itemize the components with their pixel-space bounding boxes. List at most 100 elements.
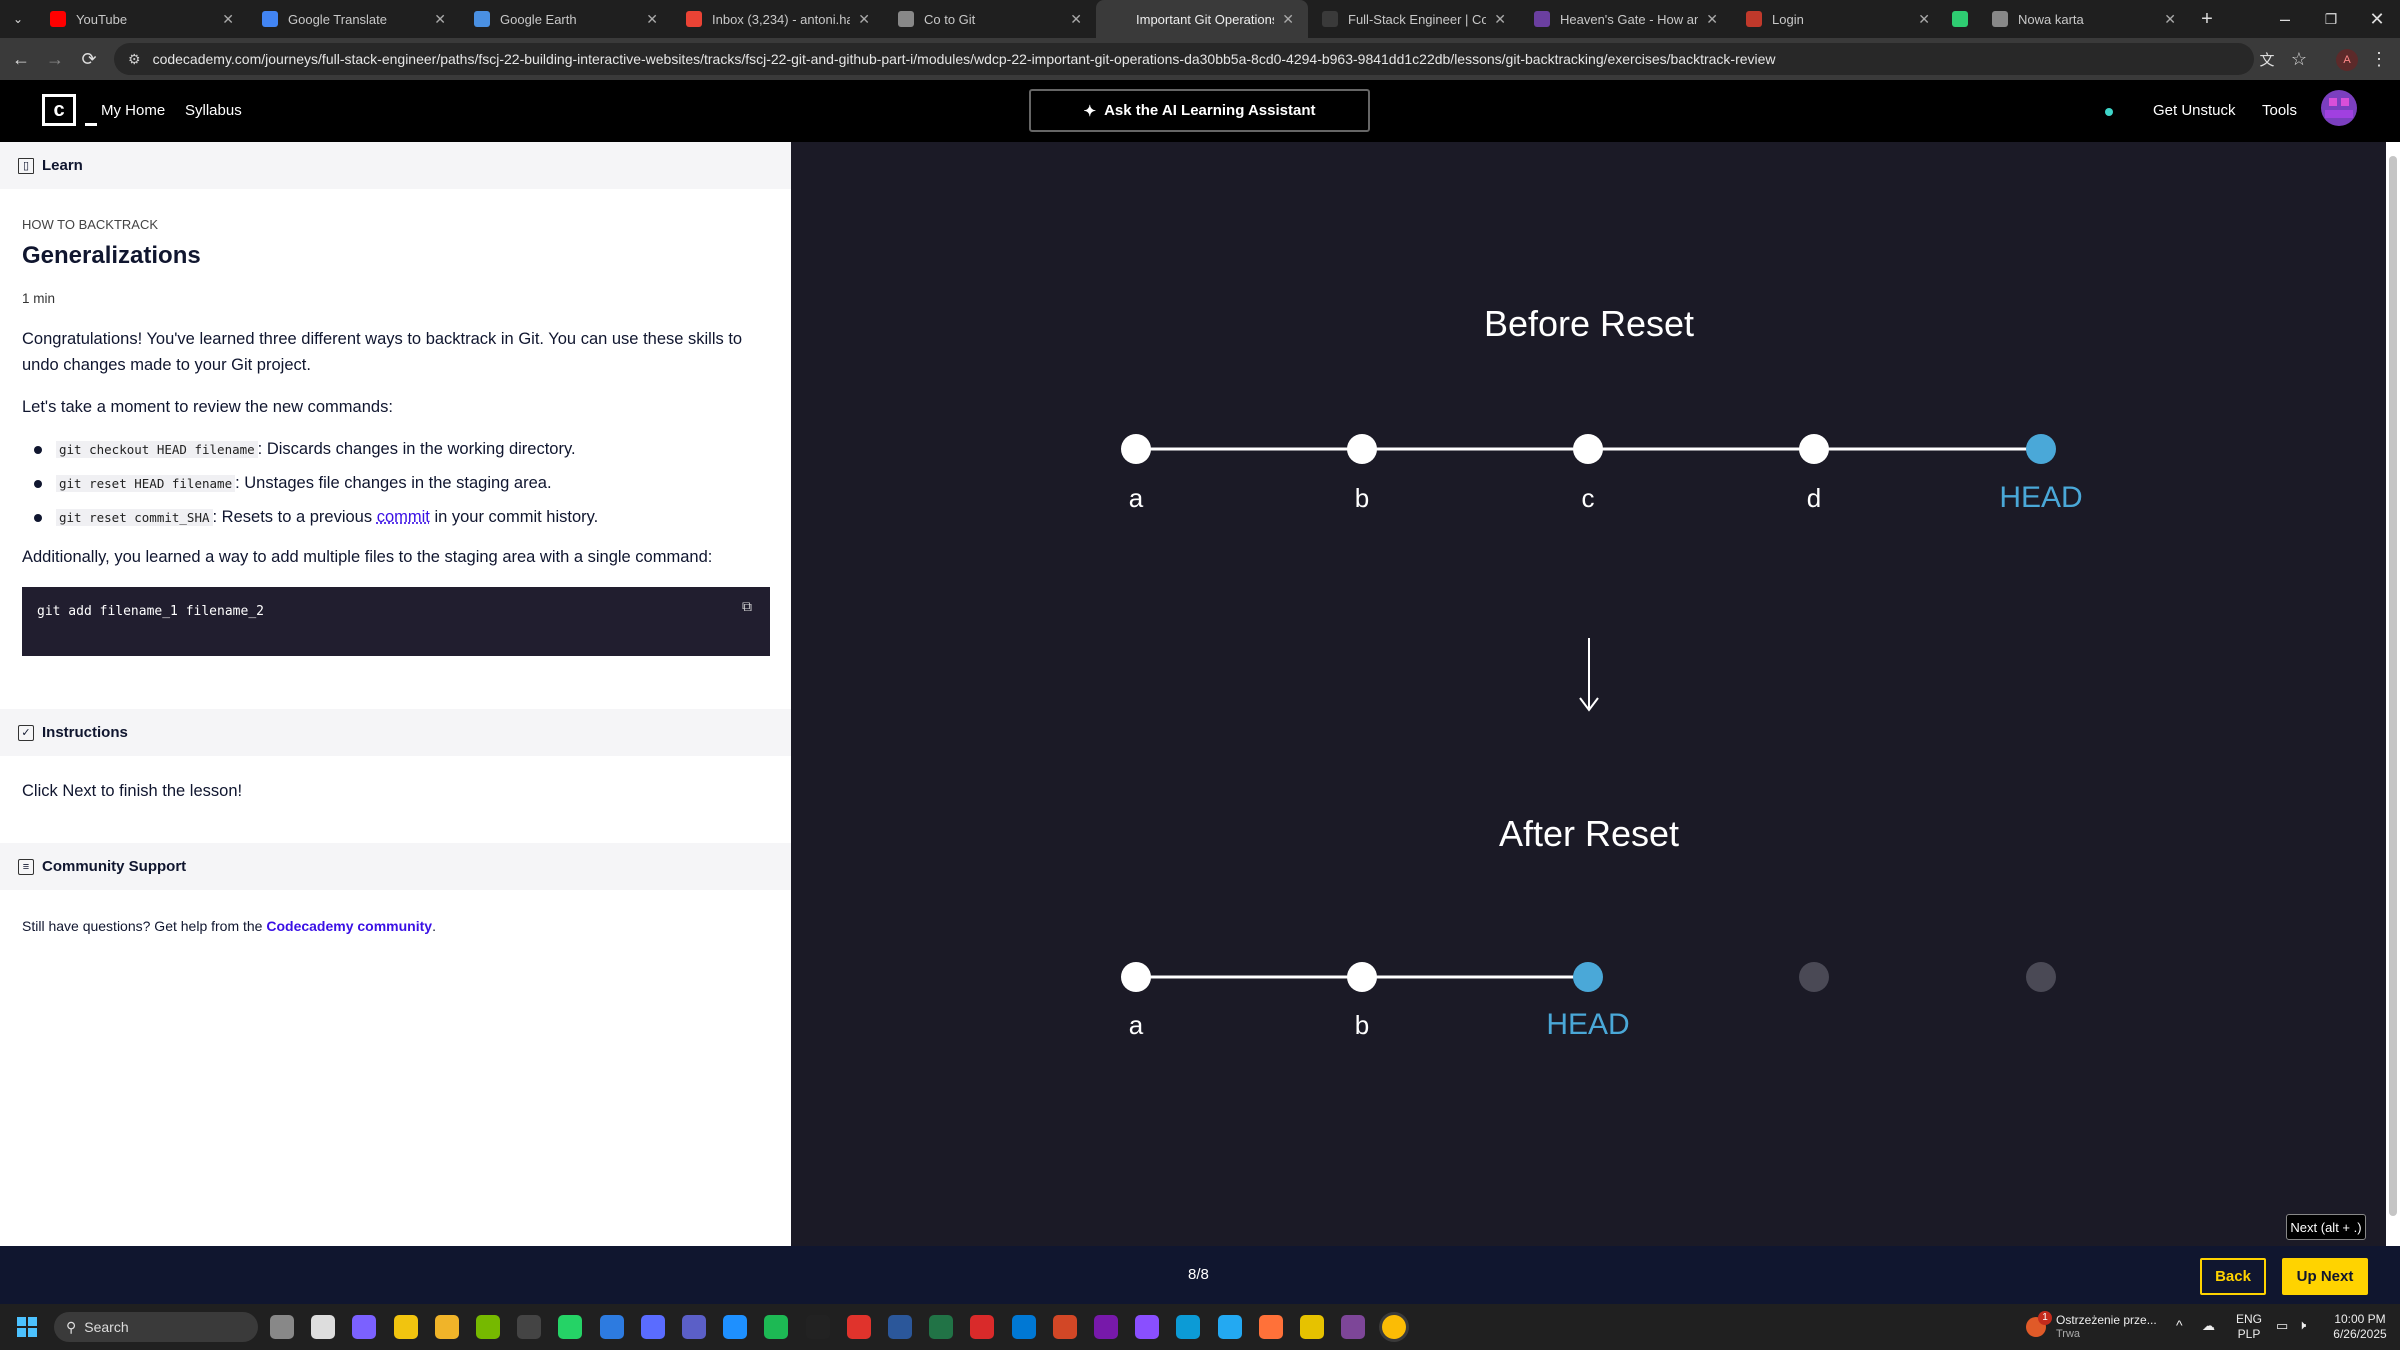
scrollbar-thumb[interactable] <box>2389 156 2397 1216</box>
spotify-icon[interactable] <box>764 1315 789 1339</box>
tools-menu[interactable]: Tools <box>2262 102 2297 119</box>
up-next-button[interactable]: Up Next <box>2282 1258 2368 1295</box>
tab-search-icon[interactable]: ⌄ <box>0 2 36 36</box>
edge-icon[interactable] <box>1176 1315 1201 1339</box>
vscode-icon[interactable] <box>1217 1315 1242 1339</box>
close-tab-icon[interactable]: ✕ <box>646 11 658 28</box>
calculator-icon[interactable] <box>640 1315 665 1339</box>
store-icon[interactable] <box>393 1315 418 1339</box>
network-icon[interactable]: ▭ <box>2276 1318 2288 1333</box>
browser-tab[interactable]: Full-Stack Engineer | Codecad... ✕ <box>1308 0 1520 38</box>
ai-assistant-button[interactable]: ✦ Ask the AI Learning Assistant <box>1029 89 1370 132</box>
browser-tab[interactable]: Google Earth ✕ <box>460 0 672 38</box>
warning-notification[interactable]: 1 Ostrzeżenie prze... Trwa <box>2026 1311 2157 1343</box>
nvidia-icon[interactable] <box>476 1315 500 1339</box>
outlook-icon[interactable] <box>1011 1315 1036 1339</box>
forward-icon[interactable]: → <box>38 42 72 76</box>
input-language[interactable]: ENG PLP <box>2236 1312 2262 1342</box>
nav-my-home[interactable]: My Home <box>101 102 165 119</box>
diagram-scrollbar[interactable] <box>2386 142 2400 1246</box>
tradingview-icon[interactable] <box>805 1315 830 1339</box>
back-button[interactable]: Back <box>2200 1258 2266 1295</box>
back-icon[interactable]: ← <box>4 42 38 76</box>
bookmark-star-icon[interactable]: ☆ <box>2282 42 2316 76</box>
close-tab-icon[interactable]: ✕ <box>222 11 234 28</box>
discarded-commit-node <box>1799 962 1829 992</box>
firefox-icon[interactable] <box>1258 1315 1283 1339</box>
maps-icon[interactable] <box>599 1315 624 1339</box>
code-block: git add filename_1 filename_2 ⧉ <box>22 587 770 656</box>
restore-icon[interactable]: ❐ <box>2308 2 2354 36</box>
reload-icon[interactable]: ⟳ <box>72 42 106 76</box>
inline-code: git reset HEAD filename <box>56 475 236 492</box>
bullet-icon <box>34 480 42 488</box>
close-tab-icon[interactable]: ✕ <box>1494 11 1506 28</box>
close-tab-icon[interactable]: ✕ <box>1918 11 1930 28</box>
clock[interactable]: 10:00 PM 6/26/2025 <box>2326 1312 2394 1342</box>
get-unstuck-menu[interactable]: Get Unstuck <box>2153 102 2236 119</box>
browser-tab[interactable]: Inbox (3,234) - antoni.habek... ✕ <box>672 0 884 38</box>
close-tab-icon[interactable]: ✕ <box>1070 11 1082 28</box>
browser-tab[interactable]: Nowa karta ✕ <box>1978 0 2190 38</box>
onedrive-icon[interactable]: ☁ <box>2202 1318 2215 1333</box>
steam-icon[interactable] <box>517 1315 542 1339</box>
messenger-icon[interactable] <box>723 1315 748 1339</box>
commit-glossary-link[interactable]: commit <box>377 508 430 526</box>
file-explorer-icon[interactable] <box>434 1315 459 1339</box>
settings-icon[interactable] <box>270 1315 294 1339</box>
browser-tab[interactable]: Heaven's Gate - How and Wh... ✕ <box>1520 0 1732 38</box>
commit-node <box>1121 434 1151 464</box>
taskbar-search[interactable]: ⚲ Search <box>54 1312 258 1342</box>
user-avatar[interactable] <box>2321 90 2357 126</box>
learn-section-header[interactable]: ▯ Learn <box>0 142 791 189</box>
volume-icon[interactable]: 🕨 <box>2298 1317 2306 1332</box>
discarded-commit-node <box>2026 962 2056 992</box>
chrome-devtools-icon[interactable] <box>311 1315 336 1339</box>
site-info-icon[interactable]: ⚙ <box>128 51 141 68</box>
chevron-up-icon[interactable]: ^ <box>2176 1318 2183 1333</box>
browser-tab[interactable] <box>1944 0 1978 38</box>
head-label: HEAD <box>1546 1008 1629 1041</box>
commit-label: b <box>1355 483 1369 513</box>
chrome-icon[interactable] <box>1382 1315 1407 1339</box>
whatsapp-icon[interactable] <box>558 1315 583 1339</box>
lesson-duration: 1 min <box>22 291 56 306</box>
opera-icon[interactable] <box>846 1315 871 1339</box>
close-tab-icon[interactable]: ✕ <box>2164 11 2176 28</box>
close-tab-icon[interactable]: ✕ <box>1706 11 1718 28</box>
word-icon[interactable] <box>888 1315 912 1339</box>
instructions-section-header[interactable]: ✓ Instructions <box>0 709 791 756</box>
browser-menu-icon[interactable]: ⋮ <box>2362 42 2396 76</box>
community-section-header[interactable]: ≡ Community Support <box>0 843 791 890</box>
close-tab-icon[interactable]: ✕ <box>434 11 446 28</box>
close-window-icon[interactable]: ✕ <box>2354 2 2400 36</box>
excel-icon[interactable] <box>929 1315 954 1339</box>
close-tab-icon[interactable]: ✕ <box>1282 11 1294 28</box>
browser-tab[interactable]: YouTube ✕ <box>36 0 248 38</box>
copy-icon[interactable]: ⧉ <box>742 599 752 615</box>
codecademy-logo[interactable]: c <box>42 94 97 126</box>
nav-syllabus[interactable]: Syllabus <box>185 102 242 119</box>
commit-node <box>1347 962 1377 992</box>
browser-tab[interactable]: Login ✕ <box>1732 0 1944 38</box>
browser-tab[interactable]: Important Git Operations | Co... ✕ <box>1096 0 1308 38</box>
community-link[interactable]: Codecademy community <box>266 918 432 934</box>
acrobat-icon[interactable] <box>970 1315 995 1339</box>
notes-icon[interactable] <box>1300 1315 1324 1339</box>
teams-icon[interactable] <box>682 1315 706 1339</box>
tor-icon[interactable] <box>1341 1315 1366 1339</box>
browser-tab[interactable]: Co to Git ✕ <box>884 0 1096 38</box>
translate-page-icon[interactable]: 文 <box>2250 42 2284 76</box>
git-reset-diagram-panel: Before Reset After Reset a b c d HEAD a b HEAD <box>791 142 2387 1246</box>
close-tab-icon[interactable]: ✕ <box>858 11 870 28</box>
clipchamp-icon[interactable] <box>1135 1315 1160 1339</box>
onenote-icon[interactable] <box>1094 1315 1118 1339</box>
powerpoint-icon[interactable] <box>1052 1315 1077 1339</box>
copilot-icon[interactable] <box>352 1315 377 1339</box>
browser-tab[interactable]: Google Translate ✕ <box>248 0 460 38</box>
windows-start-icon[interactable] <box>17 1317 37 1337</box>
new-tab-icon[interactable]: + <box>2190 2 2224 36</box>
url-field[interactable]: ⚙ codecademy.com/journeys/full-stack-eng… <box>114 43 2254 75</box>
profile-avatar[interactable]: A <box>2336 49 2358 71</box>
minimize-icon[interactable]: – <box>2262 2 2308 36</box>
